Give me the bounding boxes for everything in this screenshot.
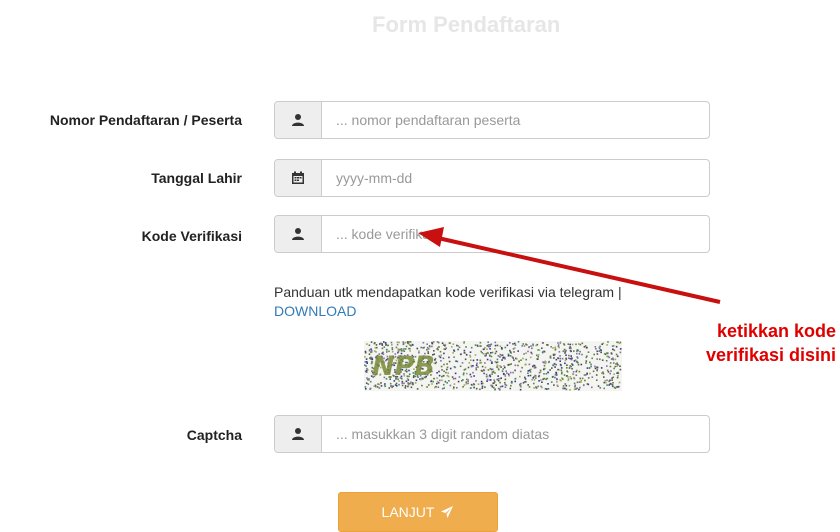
captcha-label: Captcha	[186, 427, 242, 443]
verification-code-label: Kode Verifikasi	[141, 228, 242, 244]
verification-code-input[interactable]	[322, 216, 709, 252]
registration-number-group	[274, 101, 710, 139]
birth-date-input[interactable]	[322, 160, 709, 196]
download-link[interactable]: DOWNLOAD	[274, 302, 714, 321]
calendar-icon	[275, 160, 322, 196]
registration-number-input[interactable]	[322, 102, 709, 138]
form-title: Form Pendaftaran	[372, 12, 561, 37]
annotation-line-1: ketikkan kode	[716, 321, 836, 341]
verification-guide: Panduan utk mendapatkan kode verifikasi …	[274, 283, 714, 321]
guide-text: Panduan utk mendapatkan kode verifikasi …	[274, 284, 622, 300]
registration-number-label: Nomor Pendaftaran / Peserta	[49, 112, 242, 128]
captcha-group	[274, 415, 710, 453]
captcha-noise: NPB	[364, 341, 622, 391]
submit-label: LANJUT	[381, 504, 435, 520]
user-icon	[275, 216, 322, 252]
birth-date-label: Tanggal Lahir	[151, 170, 242, 186]
user-icon	[275, 102, 322, 138]
captcha-text: NPB	[372, 351, 435, 382]
annotation-text: ketikkan kode verifikasi disini	[706, 319, 836, 367]
verification-code-group	[274, 215, 710, 253]
send-icon	[441, 506, 454, 518]
annotation-line-2: verifikasi disini	[705, 345, 836, 365]
captcha-image: NPB	[364, 341, 622, 391]
birth-date-group	[274, 159, 710, 197]
submit-button[interactable]: LANJUT	[338, 492, 498, 532]
user-icon	[275, 416, 322, 452]
captcha-input[interactable]	[322, 416, 709, 452]
